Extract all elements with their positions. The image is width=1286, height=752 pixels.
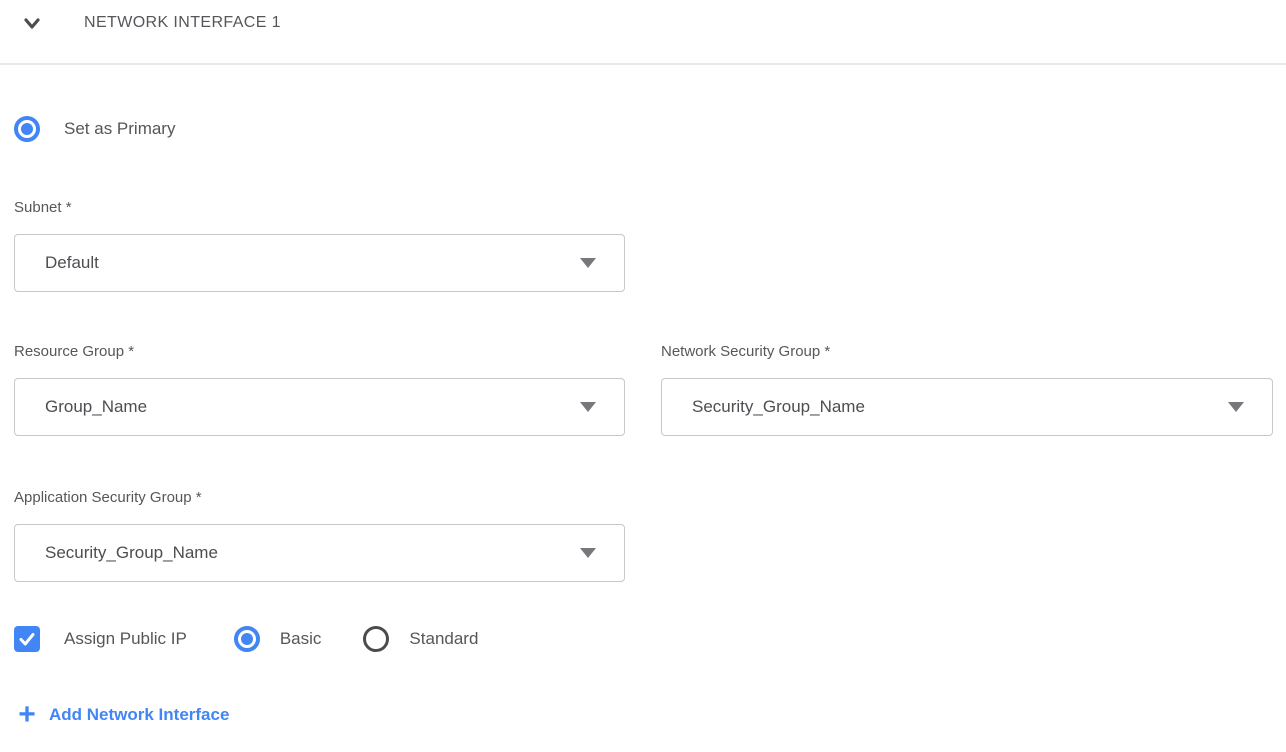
- section-header-network-interface-1[interactable]: NETWORK INTERFACE 1: [14, 0, 1273, 46]
- subnet-select[interactable]: Default: [14, 234, 625, 292]
- checkmark-icon: [17, 629, 37, 649]
- network-security-group-select[interactable]: Security_Group_Name: [661, 378, 1273, 436]
- assign-public-ip-label: Assign Public IP: [64, 629, 187, 649]
- radio-selected-icon[interactable]: [14, 116, 40, 142]
- resource-group-label: Resource Group *: [14, 342, 625, 362]
- standard-radio-label: Standard: [409, 629, 478, 649]
- chevron-down-icon[interactable]: [21, 12, 43, 34]
- dropdown-arrow-icon: [1228, 402, 1244, 412]
- application-security-group-field: Application Security Group * Security_Gr…: [14, 488, 625, 582]
- add-network-interface-label: Add Network Interface: [49, 705, 229, 725]
- standard-radio[interactable]: [363, 626, 389, 652]
- subnet-selected-value: Default: [45, 253, 99, 273]
- network-security-group-selected-value: Security_Group_Name: [692, 397, 865, 417]
- resource-group-selected-value: Group_Name: [45, 397, 147, 417]
- resource-group-field: Resource Group * Group_Name: [14, 342, 625, 436]
- plus-icon: +: [14, 702, 40, 728]
- subnet-label: Subnet *: [14, 198, 625, 218]
- application-security-group-label: Application Security Group *: [14, 488, 625, 508]
- add-network-interface-button[interactable]: + Add Network Interface: [14, 702, 1273, 728]
- application-security-group-selected-value: Security_Group_Name: [45, 543, 218, 563]
- resource-group-select[interactable]: Group_Name: [14, 378, 625, 436]
- network-security-group-label: Network Security Group *: [661, 342, 1273, 362]
- basic-radio-label: Basic: [280, 629, 322, 649]
- assign-public-ip-checkbox[interactable]: [14, 626, 40, 652]
- section-title: NETWORK INTERFACE 1: [84, 14, 281, 32]
- dropdown-arrow-icon: [580, 258, 596, 268]
- section-divider: [0, 63, 1286, 65]
- dropdown-arrow-icon: [580, 402, 596, 412]
- basic-radio[interactable]: [234, 626, 260, 652]
- network-interface-panel: NETWORK INTERFACE 1 Set as Primary Subne…: [0, 0, 1286, 752]
- application-security-group-select[interactable]: Security_Group_Name: [14, 524, 625, 582]
- subnet-field: Subnet * Default: [14, 198, 625, 292]
- set-as-primary-label: Set as Primary: [64, 119, 175, 139]
- dropdown-arrow-icon: [580, 548, 596, 558]
- set-as-primary-radio[interactable]: Set as Primary: [14, 116, 1273, 142]
- network-security-group-field: Network Security Group * Security_Group_…: [661, 342, 1273, 436]
